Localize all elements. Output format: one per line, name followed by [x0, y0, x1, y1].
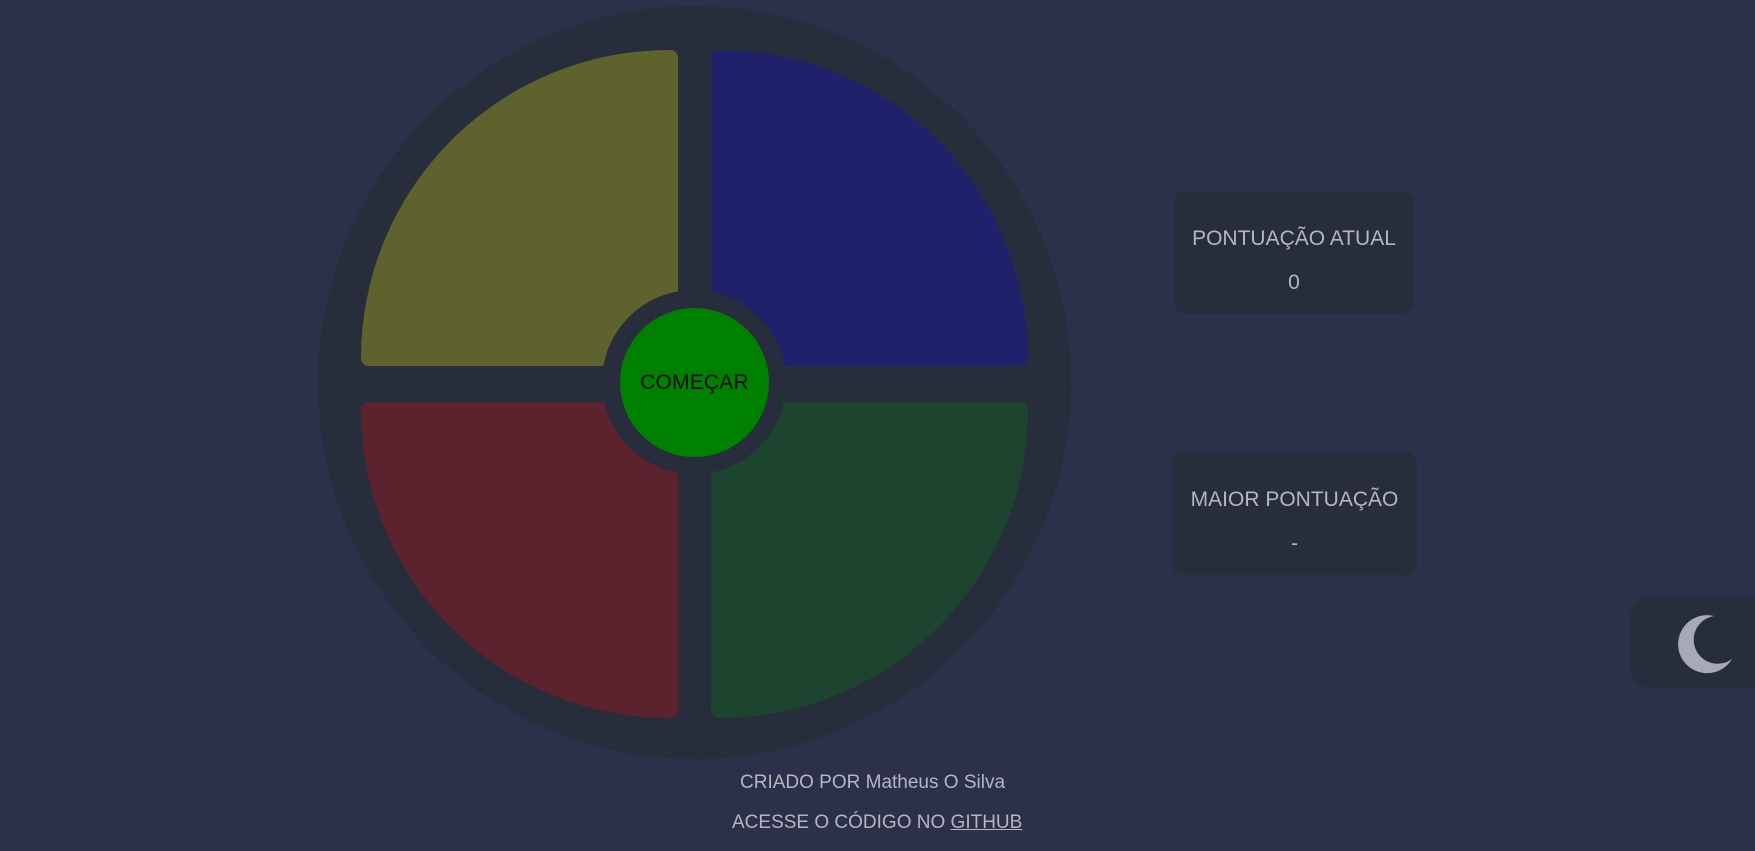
- current-score-title: PONTUAÇÃO ATUAL: [1192, 227, 1396, 250]
- page: COMEÇAR PONTUAÇÃO ATUAL 0 MAIOR PONTUAÇÃ…: [0, 0, 1755, 851]
- best-score-card: MAIOR PONTUAÇÃO -: [1172, 452, 1417, 575]
- footer-code-text: ACESSE O CÓDIGO NO GITHUB: [732, 812, 1022, 834]
- github-link[interactable]: GITHUB: [951, 812, 1023, 833]
- best-score-title: MAIOR PONTUAÇÃO: [1190, 488, 1399, 511]
- moon-icon: [1678, 615, 1732, 674]
- start-button[interactable]: COMEÇAR: [620, 308, 769, 457]
- green-pad[interactable]: [711, 402, 1028, 718]
- current-score-card: PONTUAÇÃO ATUAL 0: [1174, 191, 1414, 314]
- current-score-value: 0: [1288, 271, 1300, 294]
- theme-toggle-button[interactable]: [1630, 596, 1755, 688]
- footer-code-prefix: ACESSE O CÓDIGO NO: [732, 812, 951, 833]
- game-board: COMEÇAR: [318, 6, 1071, 759]
- best-score-value: -: [1291, 532, 1298, 555]
- footer-credit: CRIADO POR Matheus O Silva: [740, 772, 1006, 793]
